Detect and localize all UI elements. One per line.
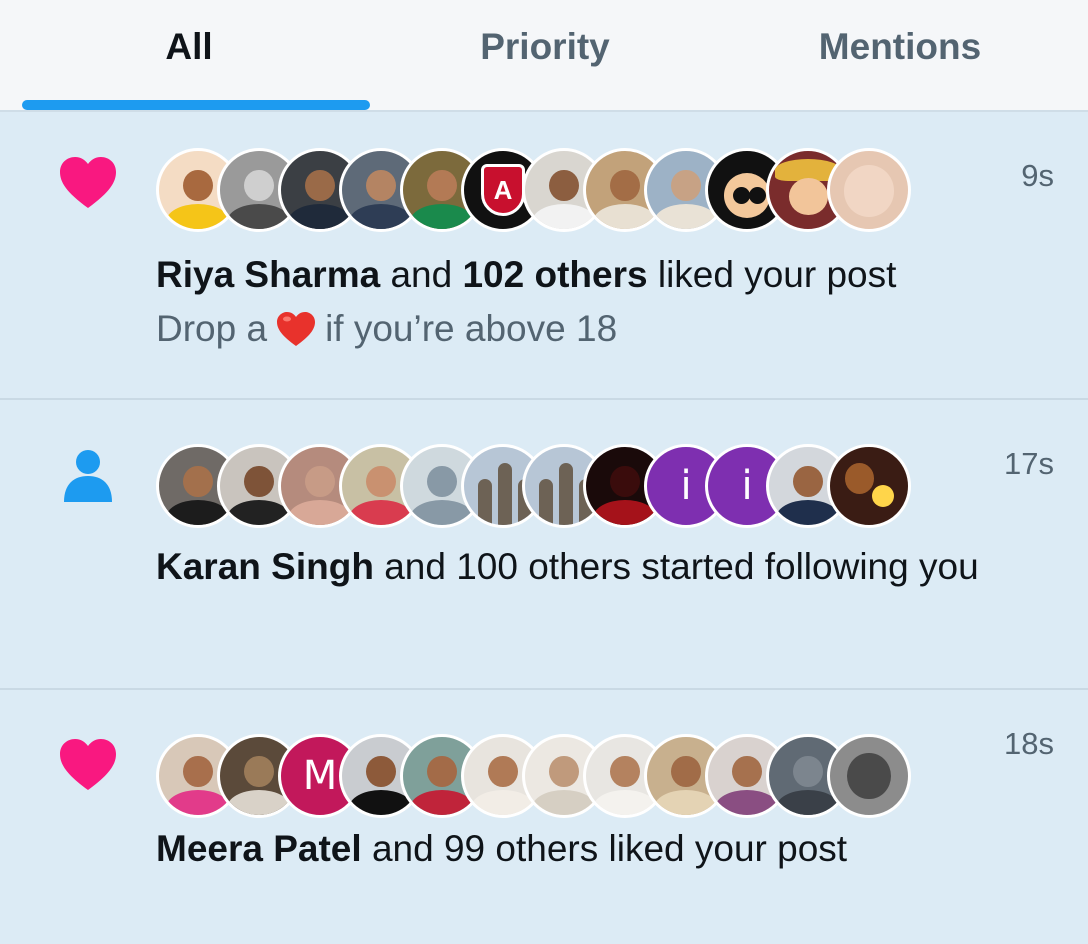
notification-item[interactable]: i i 17s Karan Singh and 100 others start… [0, 400, 1088, 690]
avatar-stack: M [156, 734, 911, 818]
avatar-letter: i [680, 463, 692, 509]
notification-connector: and 100 others started following you [373, 546, 979, 587]
actor-name[interactable]: Meera Patel [156, 828, 362, 869]
notification-item[interactable]: M 18s Meera Patel and 99 others liked yo… [0, 690, 1088, 942]
avatar-stack: i i [156, 444, 911, 528]
tab-mentions[interactable]: Mentions [712, 0, 1088, 112]
post-preview-text-after: if you’re above 18 [325, 308, 618, 349]
avatar[interactable] [827, 734, 911, 818]
person-icon [64, 450, 112, 502]
others-count[interactable]: 102 others [462, 254, 647, 295]
notification-action: liked your post [647, 254, 897, 295]
heart-icon [60, 739, 116, 790]
avatar-stack: A [156, 148, 911, 232]
avatar-letter: M [302, 753, 338, 799]
avatar[interactable] [827, 444, 911, 528]
tab-priority[interactable]: Priority [378, 0, 712, 112]
tab-priority-label: Priority [480, 26, 610, 67]
notification-text: Meera Patel and 99 others liked your pos… [156, 822, 1036, 876]
notification-item[interactable]: A 9s Riya Sharma and 102 others liked yo… [0, 112, 1088, 400]
notification-connector: and 99 others liked your post [361, 828, 848, 869]
post-preview[interactable]: Drop a if you’re above 18 [156, 302, 617, 356]
heart-icon [60, 157, 116, 208]
active-tab-indicator [22, 100, 370, 110]
post-preview-text-before: Drop a [156, 308, 268, 349]
notifications-tab-bar: All Priority Mentions [0, 0, 1088, 112]
notifications-page: All Priority Mentions A 9s Riya Sharma a… [0, 0, 1088, 944]
avatar-emblem: A [481, 164, 525, 216]
red-heart-emoji-icon [277, 312, 316, 346]
timestamp: 18s [1004, 726, 1054, 761]
notification-text: Karan Singh and 100 others started follo… [156, 540, 1036, 594]
timestamp: 9s [1021, 158, 1054, 193]
actor-name[interactable]: Karan Singh [156, 546, 374, 587]
avatar[interactable] [827, 148, 911, 232]
actor-name[interactable]: Riya Sharma [156, 254, 380, 295]
tab-all[interactable]: All [0, 0, 378, 112]
notification-connector: and [380, 254, 463, 295]
tab-mentions-label: Mentions [818, 26, 982, 67]
avatar-letter: i [741, 463, 753, 509]
timestamp: 17s [1004, 446, 1054, 481]
notification-text: Riya Sharma and 102 others liked your po… [156, 248, 1036, 302]
